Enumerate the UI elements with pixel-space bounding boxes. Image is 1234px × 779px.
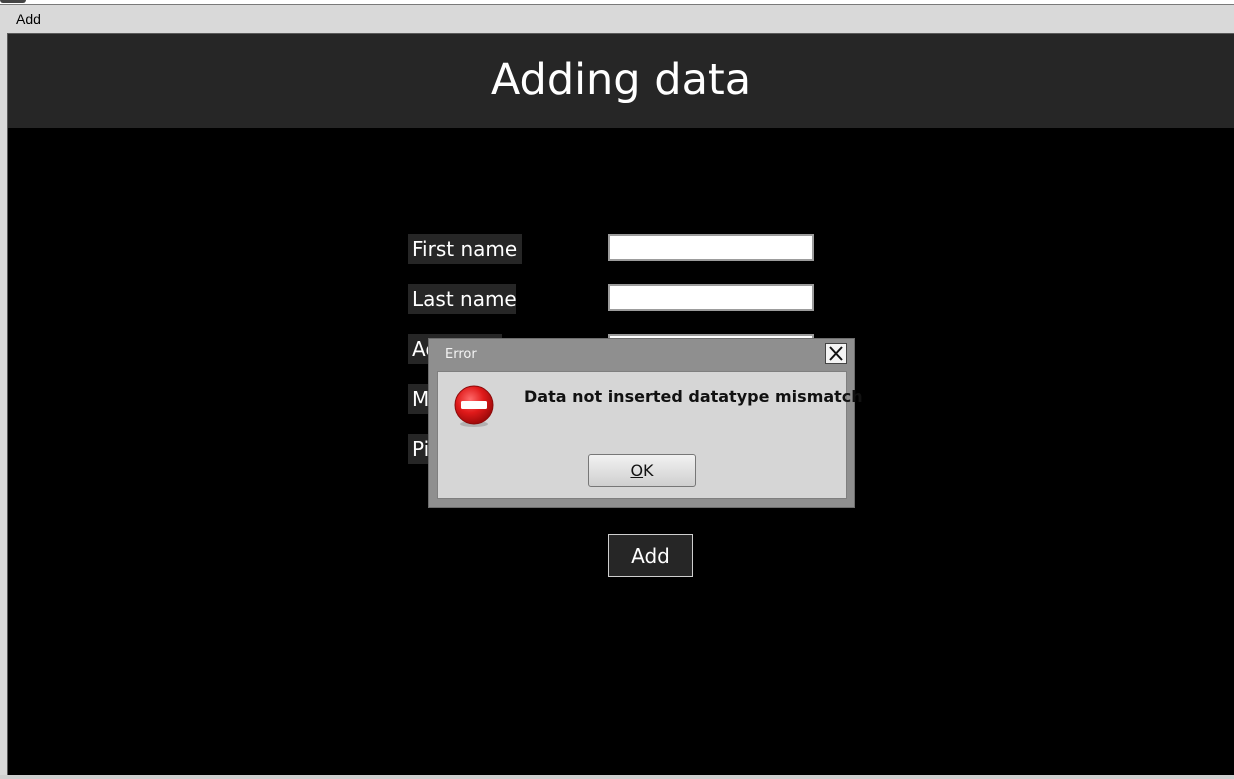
first-name-input[interactable] xyxy=(608,234,814,261)
dialog-titlebar[interactable]: Error xyxy=(429,339,854,369)
add-button[interactable]: Add xyxy=(608,534,693,577)
error-stop-icon xyxy=(454,385,494,427)
window-bottom-edge xyxy=(0,775,1234,779)
last-name-input[interactable] xyxy=(608,284,814,311)
dialog-message: Data not inserted datatype mismatch xyxy=(524,387,863,406)
menu-add[interactable]: Add xyxy=(10,10,47,28)
window-corner-icon xyxy=(0,0,26,3)
menubar: Add xyxy=(0,5,1234,33)
close-icon xyxy=(829,346,843,361)
page-title: Adding data xyxy=(490,55,752,105)
header-banner: Adding data xyxy=(8,34,1234,128)
dialog-title: Error xyxy=(445,347,477,362)
error-dialog: Error Data not inserted datatype mismatc… xyxy=(428,338,863,508)
first-name-label: First name xyxy=(408,234,522,264)
last-name-label: Last name xyxy=(408,284,516,314)
ok-mnemonic: O xyxy=(630,461,644,480)
dialog-close-button[interactable] xyxy=(825,343,847,364)
dialog-body: Data not inserted datatype mismatch OK xyxy=(437,371,863,499)
ok-button[interactable]: OK xyxy=(588,454,696,487)
ok-label-rest: K xyxy=(643,461,654,480)
